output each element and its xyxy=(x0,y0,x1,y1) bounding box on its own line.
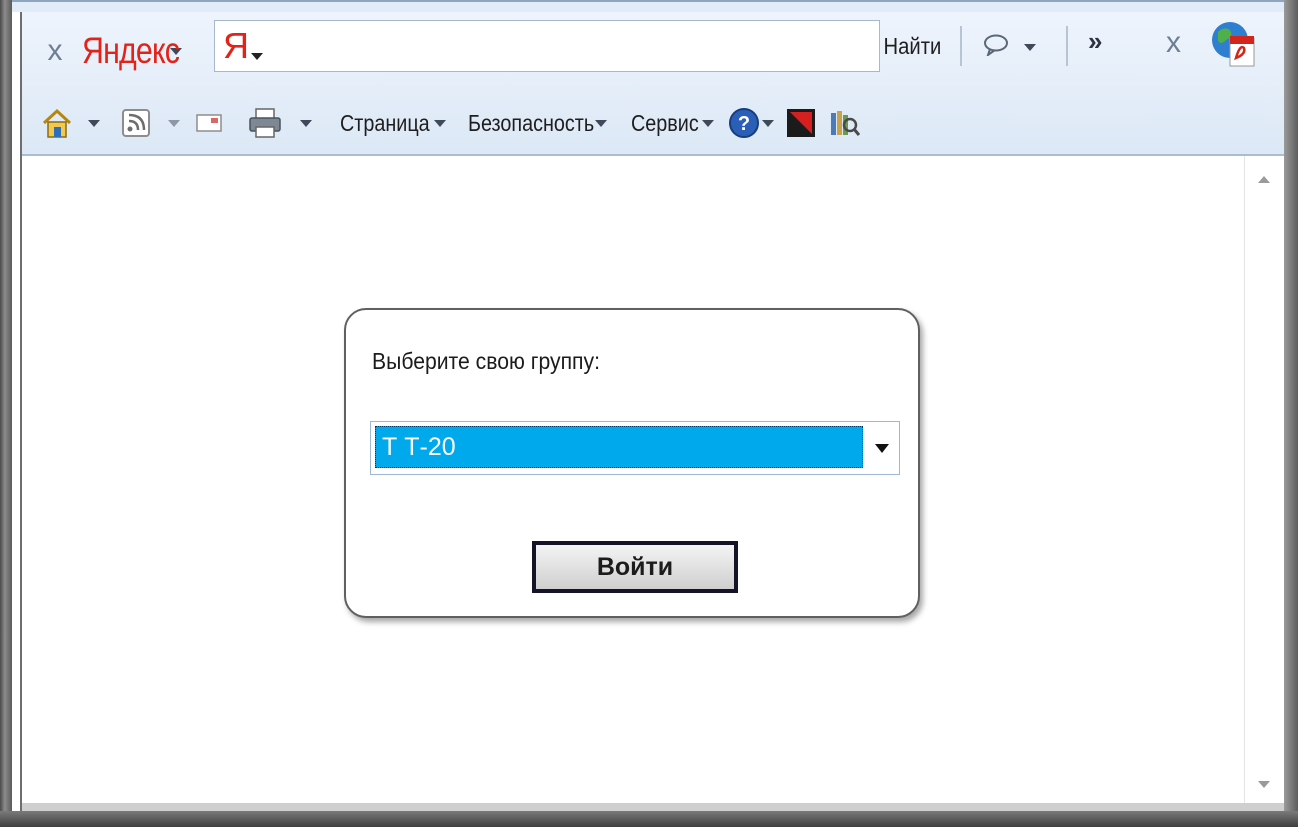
window-frame-top xyxy=(12,0,1284,12)
security-chevron-down-icon xyxy=(594,119,607,127)
help-menu[interactable]: ? xyxy=(728,107,774,139)
feeds-group xyxy=(122,109,180,137)
help-icon: ? xyxy=(728,108,759,138)
search-box[interactable]: Я xyxy=(214,20,880,72)
window-frame-left xyxy=(0,0,12,827)
kaspersky-group xyxy=(786,108,816,138)
security-menu-label: Безопасность xyxy=(468,109,595,136)
scroll-down-icon[interactable] xyxy=(1258,781,1270,788)
research-group xyxy=(828,107,860,139)
feeds-icon[interactable] xyxy=(122,109,150,137)
browser-toolbars: x Яндекс Я Найти » x Страница Безопаснос… xyxy=(22,12,1284,156)
close-toolbar-button-2[interactable]: x xyxy=(1166,26,1181,60)
comment-icon[interactable] xyxy=(983,34,1009,56)
close-toolbar-button[interactable]: x xyxy=(40,34,70,68)
search-input[interactable] xyxy=(263,25,879,67)
kaspersky-icon[interactable] xyxy=(786,108,816,138)
command-bar: Страница Безопасность Сервис ? xyxy=(22,98,1284,148)
yandex-logo-rest: ндекс xyxy=(103,30,180,71)
group-prompt-label: Выберите свою группу: xyxy=(372,348,600,374)
tools-chevron-down-icon xyxy=(701,119,714,127)
print-icon[interactable] xyxy=(248,107,282,139)
yandex-logo-first-letter: Я xyxy=(82,30,104,71)
find-button[interactable]: Найти xyxy=(880,20,945,72)
feeds-chevron-down-icon[interactable] xyxy=(168,119,180,127)
window-frame-right xyxy=(1284,0,1298,827)
home-chevron-down-icon[interactable] xyxy=(88,119,100,127)
group-select-dropdown-button[interactable] xyxy=(865,422,899,474)
tools-menu-label: Сервис xyxy=(630,109,699,136)
page-menu[interactable]: Страница xyxy=(340,109,447,137)
page-chevron-down-icon xyxy=(434,119,447,127)
search-engine-icon[interactable]: Я xyxy=(223,25,249,67)
help-chevron-down-icon xyxy=(761,119,774,127)
print-group xyxy=(248,107,312,139)
more-chevron-icon[interactable]: » xyxy=(1088,26,1102,57)
home-icon[interactable] xyxy=(40,106,74,140)
scroll-up-icon[interactable] xyxy=(1258,176,1270,183)
security-menu[interactable]: Безопасность xyxy=(468,110,607,137)
mail-icon[interactable] xyxy=(196,112,222,134)
research-icon[interactable] xyxy=(828,107,860,139)
group-select-value: Т Т-20 xyxy=(375,426,863,468)
page-menu-label: Страница xyxy=(340,109,430,136)
svg-text:?: ? xyxy=(738,113,750,135)
yandex-logo[interactable]: Яндекс xyxy=(82,30,180,72)
search-engine-chevron-down-icon[interactable] xyxy=(251,52,263,60)
toolbar-divider xyxy=(960,26,962,66)
group-select[interactable]: Т Т-20 xyxy=(370,421,900,475)
home-group xyxy=(40,106,100,140)
window-frame-bottom xyxy=(0,811,1298,827)
print-chevron-down-icon[interactable] xyxy=(300,119,312,127)
window-frame-left-inner xyxy=(12,0,22,827)
toolbar-divider xyxy=(1066,26,1068,66)
status-strip xyxy=(22,803,1284,811)
page-content: Выберите свою группу: Т Т-20 Войти xyxy=(24,156,1244,804)
vertical-scrollbar[interactable] xyxy=(1244,156,1284,804)
comment-chevron-down-icon[interactable] xyxy=(1024,44,1036,51)
group-login-panel: Выберите свою группу: Т Т-20 Войти xyxy=(344,308,920,618)
chevron-down-icon xyxy=(875,443,889,453)
pdf-globe-icon[interactable] xyxy=(1210,18,1258,70)
login-button[interactable]: Войти xyxy=(532,541,738,593)
mail-group xyxy=(196,112,222,134)
tools-menu[interactable]: Сервис xyxy=(631,110,714,137)
